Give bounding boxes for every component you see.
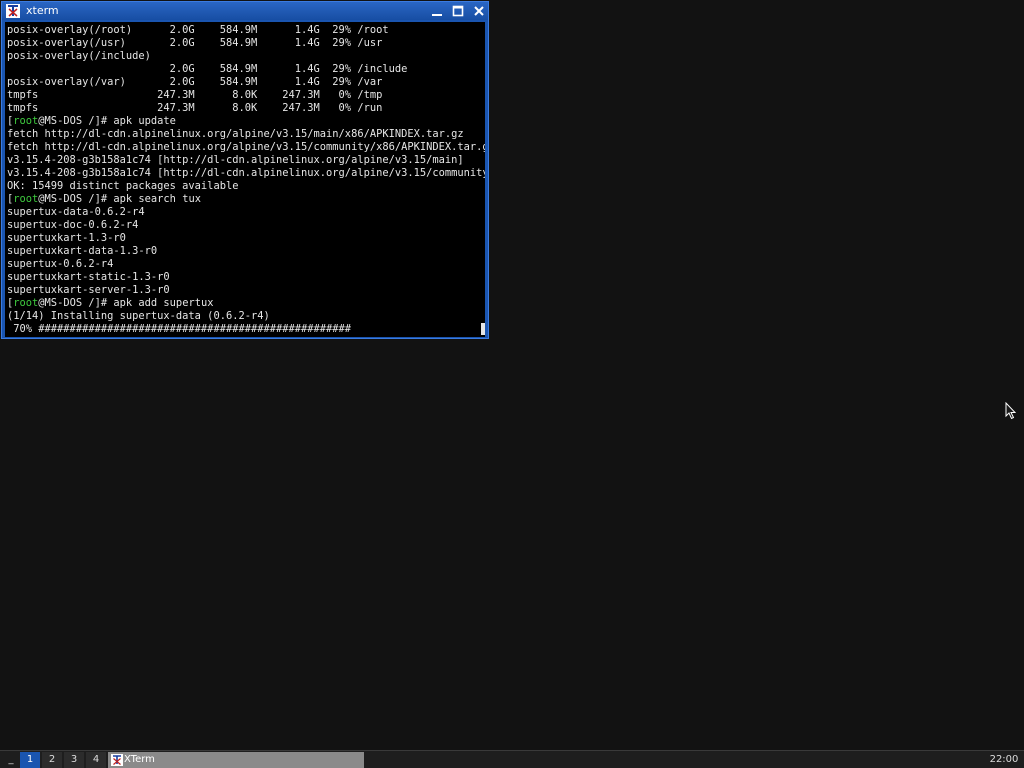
terminal-line: (1/14) Installing supertux-data (0.6.2-r…: [7, 310, 270, 322]
terminal-line: posix-overlay(/var) 2.0G 584.9M 1.4G 29%…: [7, 76, 383, 88]
clock: 22:00: [989, 754, 1019, 765]
mouse-pointer-icon: [1005, 402, 1017, 420]
terminal-prompt-line: [root@MS-DOS /]# apk add supertux: [7, 297, 214, 309]
terminal-line: v3.15.4-208-g3b158a1c74 [http://dl-cdn.a…: [7, 154, 464, 166]
terminal-line: supertux-doc-0.6.2-r4: [7, 219, 139, 231]
workspace-2-button[interactable]: 2: [42, 752, 62, 768]
terminal-prompt-line: [root@MS-DOS /]# apk update: [7, 115, 176, 127]
close-button[interactable]: [472, 4, 486, 18]
terminal-line: supertuxkart-static-1.3-r0: [7, 271, 170, 283]
taskbar-menu-button[interactable]: _: [4, 752, 18, 768]
terminal-line: tmpfs 247.3M 8.0K 247.3M 0% /tmp: [7, 89, 383, 101]
terminal-line: fetch http://dl-cdn.alpinelinux.org/alpi…: [7, 128, 464, 140]
taskbar-task-xterm[interactable]: XTerm: [108, 752, 364, 768]
xterm-task-icon: [111, 754, 123, 766]
terminal-output[interactable]: posix-overlay(/root) 2.0G 584.9M 1.4G 29…: [5, 22, 485, 337]
terminal-cursor: [481, 323, 485, 335]
window-titlebar[interactable]: xterm: [2, 2, 488, 20]
terminal-line: fetch http://dl-cdn.alpinelinux.org/alpi…: [7, 141, 485, 153]
terminal-command: apk search tux: [113, 193, 201, 205]
terminal-line: posix-overlay(/include): [7, 50, 151, 62]
terminal-line: supertux-0.6.2-r4: [7, 258, 114, 270]
terminal-line: 2.0G 584.9M 1.4G 29% /include: [7, 63, 408, 75]
terminal-line: tmpfs 247.3M 8.0K 247.3M 0% /run: [7, 102, 383, 114]
prompt-user: root: [13, 297, 39, 309]
maximize-button[interactable]: [451, 4, 465, 18]
workspace-4-button[interactable]: 4: [86, 752, 106, 768]
xterm-app-icon: [6, 4, 20, 18]
taskbar-task-label: XTerm: [124, 754, 155, 765]
window-title: xterm: [26, 4, 59, 17]
prompt-user: root: [13, 115, 39, 127]
terminal-line: v3.15.4-208-g3b158a1c74 [http://dl-cdn.a…: [7, 167, 485, 179]
terminal-line: supertuxkart-1.3-r0: [7, 232, 126, 244]
terminal-line: supertuxkart-server-1.3-r0: [7, 284, 170, 296]
xterm-window[interactable]: xterm posix-overlay(/root) 2.0G 584.9M 1…: [1, 1, 489, 339]
taskbar: _ 1 2 3 4 XTerm 22:00: [0, 750, 1024, 768]
terminal-command: apk add supertux: [113, 297, 214, 309]
terminal-line: posix-overlay(/usr) 2.0G 584.9M 1.4G 29%…: [7, 37, 383, 49]
terminal-command: apk update: [113, 115, 176, 127]
terminal-line: supertux-data-0.6.2-r4: [7, 206, 145, 218]
terminal-line: posix-overlay(/root) 2.0G 584.9M 1.4G 29…: [7, 24, 389, 36]
desktop[interactable]: xterm posix-overlay(/root) 2.0G 584.9M 1…: [0, 0, 1024, 768]
minimize-button[interactable]: [430, 4, 444, 18]
prompt-host: @MS-DOS /]#: [38, 193, 114, 205]
terminal-prompt-line: [root@MS-DOS /]# apk search tux: [7, 193, 201, 205]
workspace-3-button[interactable]: 3: [64, 752, 84, 768]
prompt-host: @MS-DOS /]#: [38, 297, 114, 309]
terminal-line: OK: 15499 distinct packages available: [7, 180, 239, 192]
workspace-1-button[interactable]: 1: [20, 752, 40, 768]
progress-line: 70% ####################################…: [7, 323, 352, 335]
terminal-line: supertuxkart-data-1.3-r0: [7, 245, 158, 257]
prompt-host: @MS-DOS /]#: [38, 115, 114, 127]
prompt-user: root: [13, 193, 39, 205]
